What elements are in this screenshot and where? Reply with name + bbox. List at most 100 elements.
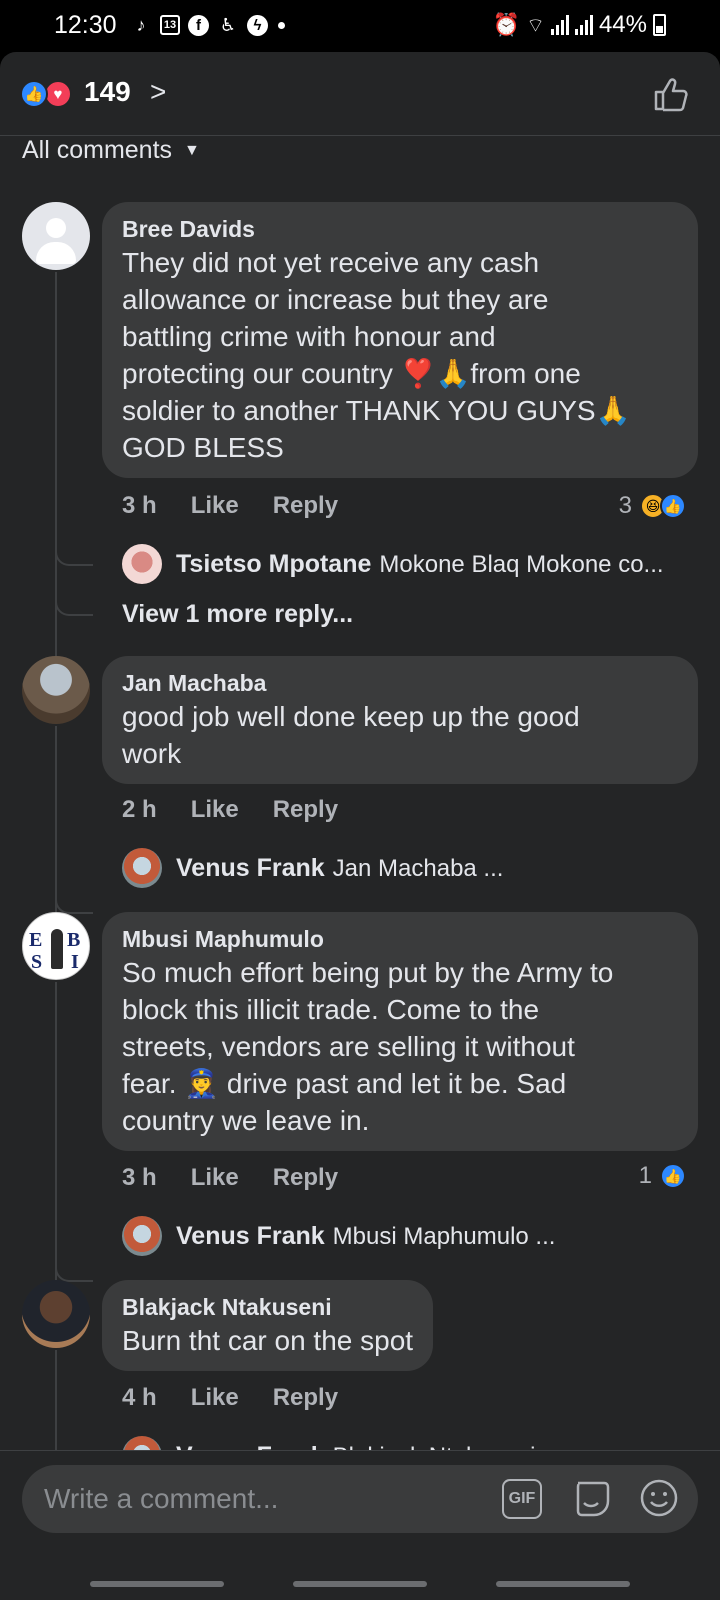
thread-line (55, 982, 57, 1282)
avatar[interactable] (22, 202, 90, 270)
commenter-name[interactable]: Blakjack Ntakuseni (122, 1292, 413, 1322)
like-reaction-icon: 👍 (660, 1163, 686, 1189)
reaction-icons: 👍 ♥ (20, 80, 76, 108)
avatar[interactable]: E B S I (22, 912, 90, 980)
comment-text-line: They did not yet receive any cash (122, 247, 540, 278)
like-link[interactable]: Like (191, 1164, 239, 1192)
reply-line: Venus Frank Mbusi Maphumulo ... (176, 1222, 555, 1251)
reply-link[interactable]: Reply (273, 1164, 338, 1192)
comment-bubble[interactable]: Mbusi Maphumulo So much effort being put… (102, 912, 698, 1151)
signal-icon (550, 15, 569, 35)
avatar (122, 1216, 162, 1256)
comment-text-line: good job well done keep up the good (122, 701, 580, 732)
chevron-down-icon: ▼ (184, 141, 200, 159)
avatar[interactable] (22, 656, 90, 724)
reply-author: Venus Frank (176, 853, 325, 882)
avatar (122, 848, 162, 888)
comment-actions: 3 h Like Reply (122, 1164, 338, 1192)
facebook-icon: f (188, 14, 209, 36)
like-link[interactable]: Like (191, 796, 239, 824)
comment-input[interactable]: Write a comment... GIF (22, 1465, 698, 1533)
tiktok-icon: ♪ (136, 14, 146, 35)
comment-reactions[interactable]: 1 👍 (639, 1162, 686, 1190)
battery-percent: 44% (598, 11, 647, 38)
comment-time: 3 h (122, 492, 157, 519)
reply-snippet: Mbusi Maphumulo ... (332, 1222, 556, 1250)
chevron-right-icon: > (150, 76, 167, 107)
comment-time: 4 h (122, 1384, 157, 1411)
avatar-letter: E (29, 929, 43, 951)
comment-filter-dropdown[interactable]: All comments ▼ (22, 136, 200, 165)
commenter-name[interactable]: Jan Machaba (122, 668, 678, 698)
comment-text-line: allowance or increase but they are (122, 284, 549, 315)
comment-text-line: streets, vendors are selling it without (122, 1031, 575, 1062)
comment-text-line: work (122, 738, 182, 769)
comment-filter-label: All comments (22, 136, 173, 164)
avatar (122, 544, 162, 584)
avatar-letter: S (31, 951, 43, 973)
comment-text-line: So much effort being put by the Army to (122, 957, 614, 988)
comment-text-line: battling crime with honour and (122, 321, 496, 352)
reply-preview[interactable]: Venus Frank Jan Machaba ... (122, 848, 692, 888)
nav-hint (496, 1581, 630, 1587)
avatar[interactable] (22, 1280, 90, 1348)
reaction-count: 149 (84, 76, 131, 107)
like-reaction-icon: 👍 (660, 493, 686, 519)
nav-hint (90, 1581, 224, 1587)
reply-snippet: Mokone Blaq Mokone co... (379, 550, 664, 578)
notification-icons: ♪ 13 f ♿ ϟ (130, 14, 285, 36)
reply-snippet: Jan Machaba ... (332, 854, 504, 882)
reply-author: Venus Frank (176, 1221, 325, 1250)
comment-text-line: block this illicit trade. Come to the (122, 994, 540, 1025)
comment-bubble[interactable]: Bree Davids They did not yet receive any… (102, 202, 698, 478)
comment-actions: 3 h Like Reply (122, 492, 338, 520)
accessibility-icon: ♿ (219, 14, 237, 35)
reply-link[interactable]: Reply (273, 796, 338, 824)
battery-icon (653, 14, 666, 36)
comment-text-line: GOD BLESS (122, 432, 284, 463)
reaction-count: 1 (638, 1162, 652, 1189)
emoji-icon[interactable] (638, 1477, 680, 1519)
like-link[interactable]: Like (191, 492, 239, 520)
wifi-icon: ⌔ (526, 14, 545, 37)
reply-link[interactable]: Reply (273, 492, 338, 520)
comment-text-line: country we leave in. (122, 1105, 370, 1136)
gif-icon[interactable]: GIF (502, 1479, 542, 1519)
view-more-replies-link[interactable]: View 1 more reply... (122, 600, 353, 629)
reactions-summary[interactable]: 👍 ♥ 149 > (0, 52, 720, 136)
like-reaction-icon: 👍 (20, 80, 48, 108)
thread-connector (55, 548, 93, 566)
sticker-icon[interactable] (570, 1477, 612, 1519)
comment-text-line: soldier to another THANK YOU GUYS🙏 (122, 395, 631, 426)
comment-text-line: protecting our country ❣️🙏from one (122, 358, 581, 389)
more-notifications-icon (278, 21, 285, 29)
thread-connector (55, 1264, 93, 1282)
commenter-name[interactable]: Bree Davids (122, 214, 678, 244)
comment-time: 3 h (122, 1164, 157, 1191)
comment-input-placeholder: Write a comment... (44, 1483, 279, 1514)
commenter-name[interactable]: Mbusi Maphumulo (122, 924, 678, 954)
reply-link[interactable]: Reply (273, 1384, 338, 1412)
thread-connector (55, 896, 93, 914)
comment-bubble[interactable]: Blakjack Ntakuseni Burn tht car on the s… (102, 1280, 434, 1371)
reaction-count: 3 (618, 492, 632, 519)
reply-line: Tsietso Mpotane Mokone Blaq Mokone co... (176, 550, 664, 579)
comment-text-line: Burn tht car on the spot (122, 1325, 414, 1356)
calendar-icon: 13 (160, 15, 180, 35)
clock: 12:30 (54, 11, 117, 39)
comment-time: 2 h (122, 796, 157, 823)
like-button-icon[interactable] (650, 74, 690, 114)
comment-text-line: fear. 👮‍♀️ drive past and let it be. Sad (122, 1068, 567, 1099)
alarm-icon: ⏰ (492, 12, 521, 37)
messenger-icon: ϟ (247, 14, 268, 36)
like-link[interactable]: Like (191, 1384, 239, 1412)
love-reaction-icon: ♥ (44, 80, 72, 108)
reply-author: Tsietso Mpotane (176, 549, 372, 578)
nav-hint (293, 1581, 427, 1587)
reply-preview[interactable]: Venus Frank Mbusi Maphumulo ... (122, 1216, 692, 1256)
comment-bubble[interactable]: Jan Machaba good job well done keep up t… (102, 656, 698, 784)
reply-preview[interactable]: Tsietso Mpotane Mokone Blaq Mokone co... (122, 544, 692, 584)
comment-actions: 2 h Like Reply (122, 796, 338, 824)
comment-reactions[interactable]: 3 😆 👍 (619, 492, 686, 520)
system-icons: ⏰ ⌔ 44% (493, 11, 666, 39)
